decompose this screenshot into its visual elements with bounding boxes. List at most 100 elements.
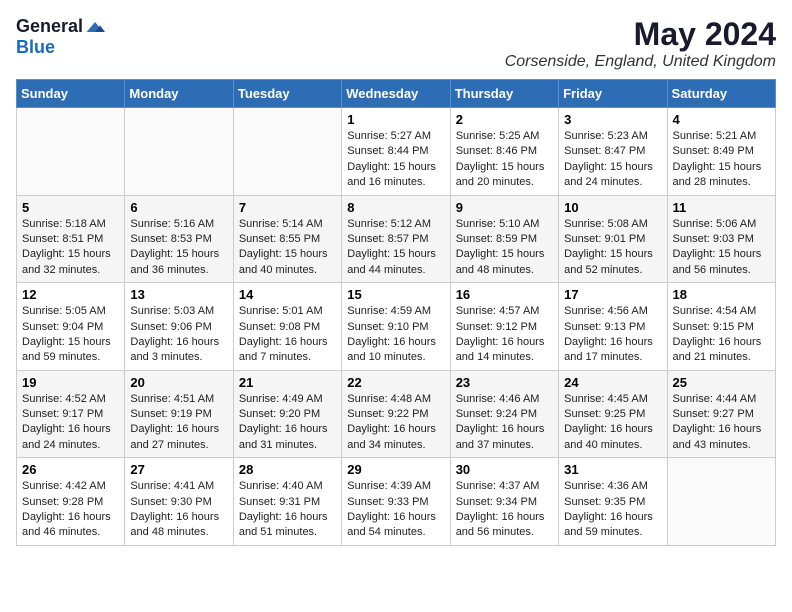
day-number: 30 [456, 462, 553, 477]
calendar-cell [125, 108, 233, 196]
day-number: 3 [564, 112, 661, 127]
day-header-monday: Monday [125, 80, 233, 108]
day-header-thursday: Thursday [450, 80, 558, 108]
day-number: 19 [22, 375, 119, 390]
calendar-header-row: SundayMondayTuesdayWednesdayThursdayFrid… [17, 80, 776, 108]
calendar-cell: 18 Sunrise: 4:54 AM Sunset: 9:15 PM Dayli… [667, 283, 775, 371]
day-number: 29 [347, 462, 444, 477]
calendar-cell: 24 Sunrise: 4:45 AM Sunset: 9:25 PM Dayli… [559, 370, 667, 458]
day-number: 15 [347, 287, 444, 302]
calendar-cell: 25 Sunrise: 4:44 AM Sunset: 9:27 PM Dayli… [667, 370, 775, 458]
day-info: Sunrise: 4:59 AM Sunset: 9:10 PM Dayligh… [347, 304, 444, 366]
calendar-cell: 21 Sunrise: 4:49 AM Sunset: 9:20 PM Dayli… [233, 370, 341, 458]
calendar-cell: 12Sunrise: 5:05 AM Sunset: 9:04 PM Dayli… [17, 283, 125, 371]
calendar-cell: 31Sunrise: 4:36 AM Sunset: 9:35 PM Dayli… [559, 458, 667, 546]
day-number: 20 [130, 375, 227, 390]
calendar-subtitle: Corsenside, England, United Kingdom [505, 53, 776, 71]
day-info: Sunrise: 5:10 AM Sunset: 8:59 PM Dayligh… [456, 217, 553, 279]
day-info: Sunrise: 4:48 AM Sunset: 9:22 PM Dayligh… [347, 392, 444, 454]
day-number: 25 [673, 375, 770, 390]
day-number: 14 [239, 287, 336, 302]
day-number: 18 [673, 287, 770, 302]
day-info: Sunrise: 4:56 AM Sunset: 9:13 PM Dayligh… [564, 304, 661, 366]
calendar-title: May 2024 [505, 16, 776, 53]
title-area: May 2024 Corsenside, England, United Kin… [505, 16, 776, 71]
calendar-cell: 19 Sunrise: 4:52 AM Sunset: 9:17 PM Dayli… [17, 370, 125, 458]
day-info: Sunrise: 5:27 AM Sunset: 8:44 PM Dayligh… [347, 129, 444, 191]
day-info: Sunrise: 5:06 AM Sunset: 9:03 PM Dayligh… [673, 217, 770, 279]
day-header-tuesday: Tuesday [233, 80, 341, 108]
day-header-friday: Friday [559, 80, 667, 108]
day-number: 26 [22, 462, 119, 477]
day-number: 13 [130, 287, 227, 302]
day-number: 10 [564, 200, 661, 215]
day-number: 5 [22, 200, 119, 215]
calendar-cell: 1Sunrise: 5:27 AM Sunset: 8:44 PM Daylig… [342, 108, 450, 196]
day-info: Sunrise: 4:49 AM Sunset: 9:20 PM Dayligh… [239, 392, 336, 454]
day-number: 12 [22, 287, 119, 302]
calendar-cell: 20 Sunrise: 4:51 AM Sunset: 9:19 PM Dayli… [125, 370, 233, 458]
day-info: Sunrise: 4:41 AM Sunset: 9:30 PM Dayligh… [130, 479, 227, 541]
logo: General Blue [16, 16, 105, 58]
calendar-cell: 22 Sunrise: 4:48 AM Sunset: 9:22 PM Dayli… [342, 370, 450, 458]
day-number: 17 [564, 287, 661, 302]
day-number: 2 [456, 112, 553, 127]
day-number: 8 [347, 200, 444, 215]
calendar-cell: 5Sunrise: 5:18 AM Sunset: 8:51 PM Daylig… [17, 195, 125, 283]
calendar-cell [17, 108, 125, 196]
calendar-cell: 13 Sunrise: 5:03 AM Sunset: 9:06 PM Dayli… [125, 283, 233, 371]
day-number: 4 [673, 112, 770, 127]
calendar-cell [233, 108, 341, 196]
day-info: Sunrise: 5:12 AM Sunset: 8:57 PM Dayligh… [347, 217, 444, 279]
day-number: 21 [239, 375, 336, 390]
logo-icon [85, 20, 105, 34]
day-header-saturday: Saturday [667, 80, 775, 108]
day-info: Sunrise: 4:45 AM Sunset: 9:25 PM Dayligh… [564, 392, 661, 454]
day-info: Sunrise: 5:21 AM Sunset: 8:49 PM Dayligh… [673, 129, 770, 191]
calendar-cell: 30Sunrise: 4:37 AM Sunset: 9:34 PM Dayli… [450, 458, 558, 546]
calendar-cell: 29 Sunrise: 4:39 AM Sunset: 9:33 PM Dayli… [342, 458, 450, 546]
calendar-body: 1Sunrise: 5:27 AM Sunset: 8:44 PM Daylig… [17, 108, 776, 546]
day-info: Sunrise: 4:52 AM Sunset: 9:17 PM Dayligh… [22, 392, 119, 454]
calendar-cell: 26 Sunrise: 4:42 AM Sunset: 9:28 PM Dayli… [17, 458, 125, 546]
calendar-cell: 14 Sunrise: 5:01 AM Sunset: 9:08 PM Dayli… [233, 283, 341, 371]
day-info: Sunrise: 5:25 AM Sunset: 8:46 PM Dayligh… [456, 129, 553, 191]
calendar-cell: 9 Sunrise: 5:10 AM Sunset: 8:59 PM Daylig… [450, 195, 558, 283]
week-row-2: 12Sunrise: 5:05 AM Sunset: 9:04 PM Dayli… [17, 283, 776, 371]
day-number: 24 [564, 375, 661, 390]
day-number: 27 [130, 462, 227, 477]
calendar-cell: 8 Sunrise: 5:12 AM Sunset: 8:57 PM Daylig… [342, 195, 450, 283]
calendar-cell: 23 Sunrise: 4:46 AM Sunset: 9:24 PM Dayli… [450, 370, 558, 458]
calendar-cell: 16Sunrise: 4:57 AM Sunset: 9:12 PM Dayli… [450, 283, 558, 371]
calendar-table: SundayMondayTuesdayWednesdayThursdayFrid… [16, 79, 776, 546]
week-row-1: 5Sunrise: 5:18 AM Sunset: 8:51 PM Daylig… [17, 195, 776, 283]
day-header-wednesday: Wednesday [342, 80, 450, 108]
day-info: Sunrise: 5:01 AM Sunset: 9:08 PM Dayligh… [239, 304, 336, 366]
week-row-0: 1Sunrise: 5:27 AM Sunset: 8:44 PM Daylig… [17, 108, 776, 196]
day-header-sunday: Sunday [17, 80, 125, 108]
calendar-cell: 2 Sunrise: 5:25 AM Sunset: 8:46 PM Daylig… [450, 108, 558, 196]
logo-blue-text: Blue [16, 37, 55, 58]
day-info: Sunrise: 4:51 AM Sunset: 9:19 PM Dayligh… [130, 392, 227, 454]
day-number: 7 [239, 200, 336, 215]
week-row-4: 26 Sunrise: 4:42 AM Sunset: 9:28 PM Dayli… [17, 458, 776, 546]
day-info: Sunrise: 4:44 AM Sunset: 9:27 PM Dayligh… [673, 392, 770, 454]
day-number: 23 [456, 375, 553, 390]
day-number: 22 [347, 375, 444, 390]
day-info: Sunrise: 4:40 AM Sunset: 9:31 PM Dayligh… [239, 479, 336, 541]
calendar-cell: 3 Sunrise: 5:23 AM Sunset: 8:47 PM Daylig… [559, 108, 667, 196]
calendar-cell: 10Sunrise: 5:08 AM Sunset: 9:01 PM Dayli… [559, 195, 667, 283]
day-info: Sunrise: 4:57 AM Sunset: 9:12 PM Dayligh… [456, 304, 553, 366]
day-number: 11 [673, 200, 770, 215]
calendar-cell: 28Sunrise: 4:40 AM Sunset: 9:31 PM Dayli… [233, 458, 341, 546]
day-number: 9 [456, 200, 553, 215]
day-info: Sunrise: 4:54 AM Sunset: 9:15 PM Dayligh… [673, 304, 770, 366]
day-info: Sunrise: 4:46 AM Sunset: 9:24 PM Dayligh… [456, 392, 553, 454]
day-info: Sunrise: 4:39 AM Sunset: 9:33 PM Dayligh… [347, 479, 444, 541]
header: General Blue May 2024 Corsenside, Englan… [16, 16, 776, 71]
day-info: Sunrise: 4:42 AM Sunset: 9:28 PM Dayligh… [22, 479, 119, 541]
calendar-cell: 7Sunrise: 5:14 AM Sunset: 8:55 PM Daylig… [233, 195, 341, 283]
day-info: Sunrise: 5:23 AM Sunset: 8:47 PM Dayligh… [564, 129, 661, 191]
day-info: Sunrise: 5:03 AM Sunset: 9:06 PM Dayligh… [130, 304, 227, 366]
calendar-cell: 17 Sunrise: 4:56 AM Sunset: 9:13 PM Dayli… [559, 283, 667, 371]
